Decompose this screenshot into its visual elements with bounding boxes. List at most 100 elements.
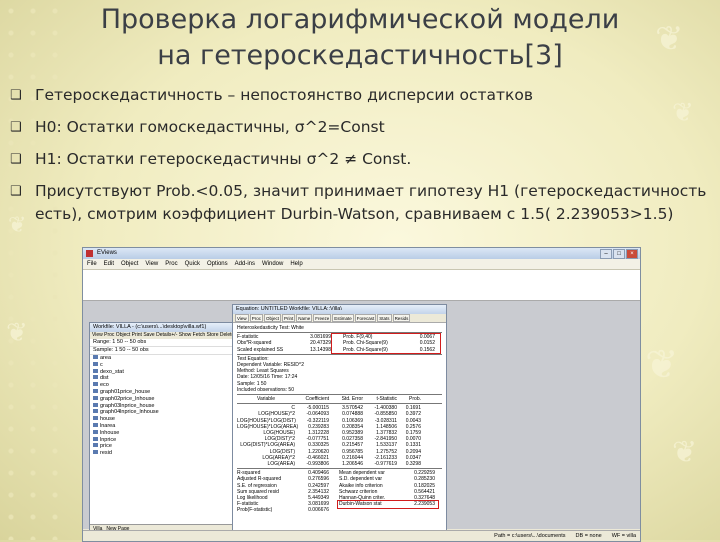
object-name: graph01price_house: [100, 388, 151, 395]
menu-bar: File Edit Object View Proc Quick Options…: [83, 259, 640, 270]
series-icon: [93, 409, 98, 414]
app-title: EViews: [97, 250, 117, 256]
series-icon: [93, 395, 98, 400]
series-icon: [93, 382, 98, 387]
object-name: lnhouse: [100, 429, 120, 436]
equation-button[interactable]: Freeze: [313, 314, 332, 322]
object-name: c: [100, 361, 103, 368]
series-icon: [93, 361, 98, 366]
workfile-object[interactable]: eco: [90, 382, 232, 389]
menu-edit[interactable]: Edit: [104, 259, 114, 269]
summary-label: Prob(F-statistic): [237, 507, 273, 514]
equation-button[interactable]: View: [235, 314, 249, 322]
table-cell: 0.3298: [405, 461, 421, 468]
equation-button[interactable]: Estimate: [332, 314, 354, 322]
series-icon: [93, 429, 98, 434]
series-icon: [93, 388, 98, 393]
bullet-text: H0: Остатки гомоскедастичны, σ^2=Const: [35, 118, 385, 136]
table-row: LOG(AREA) -0.993806 1.206546 -0.977619 0.329…: [237, 461, 442, 467]
menu-help[interactable]: Help: [290, 259, 302, 269]
highlight-box: [337, 500, 439, 510]
workfile-object[interactable]: dexo_stat: [90, 368, 232, 376]
workfile-object[interactable]: dist: [90, 375, 232, 382]
workfile-toolbar[interactable]: View Proc Object Print Save Details+/- S…: [90, 332, 232, 339]
workfile-object[interactable]: area: [90, 355, 232, 362]
series-icon: [93, 368, 98, 373]
object-list: area c dexo_stat dist eco graph01price_house g…: [90, 355, 232, 457]
workfile-sample: Sample: 1 50 -- 50 obs: [90, 347, 232, 355]
workfile-title[interactable]: Workfile: VILLA - (c:\users\...\desktop\…: [90, 323, 232, 332]
workfile-object[interactable]: resid: [90, 450, 232, 457]
divider: [237, 394, 442, 396]
divider: [237, 468, 442, 470]
close-icon[interactable]: ×: [626, 249, 638, 259]
stat-value: 13.14398: [310, 346, 331, 353]
bullet-marker-icon: ❑: [10, 88, 22, 103]
menu-window[interactable]: Window: [262, 259, 283, 269]
divider: [237, 403, 442, 405]
equation-button[interactable]: Object: [263, 314, 281, 322]
command-window[interactable]: [83, 270, 640, 301]
column-header: Coefficient: [305, 396, 329, 403]
menu-proc[interactable]: Proc: [165, 259, 177, 269]
series-icon: [93, 355, 98, 359]
info-line: Included observations: 50: [237, 386, 294, 393]
equation-output: Heteroskedasticity Test: White F-statisti…: [233, 323, 446, 516]
object-name: graph02price_lnhouse: [100, 395, 155, 402]
workfile-object[interactable]: graph04lnprice_lnhouse: [90, 409, 232, 416]
workfile-object[interactable]: lnhouse: [90, 429, 232, 437]
series-icon: [93, 422, 98, 427]
equation-button[interactable]: Print: [281, 314, 296, 322]
workfile-object[interactable]: house: [90, 416, 232, 423]
series-icon: [93, 416, 98, 421]
object-name: graph03lnprice_house: [100, 402, 155, 409]
app-icon: [86, 250, 93, 257]
equation-button[interactable]: Forecast: [354, 314, 377, 322]
series-icon: [93, 443, 98, 448]
table-cell: LOG(AREA): [267, 461, 295, 468]
workfile-object[interactable]: graph03lnprice_house: [90, 402, 232, 410]
equation-button[interactable]: Resids: [392, 314, 411, 322]
menu-file[interactable]: File: [87, 259, 97, 269]
bullet-item: ❑ H1: Остатки гетероскедастичны σ^2 ≠ Con…: [8, 148, 708, 171]
bullet-marker-icon: ❑: [10, 120, 22, 135]
minimize-icon[interactable]: –: [600, 249, 612, 259]
table-header: Variable Coefficient Std. Error t-Statistic…: [237, 396, 442, 402]
menu-options[interactable]: Options: [207, 259, 228, 269]
workfile-range: Range: 1 50 -- 50 obs: [90, 339, 232, 347]
table-cell: -0.993806: [306, 461, 329, 468]
equation-title[interactable]: Equation: UNTITLED Workfile: VILLA::Vill…: [233, 305, 446, 314]
workfile-object[interactable]: graph01price_house: [90, 388, 232, 396]
table-cell: -0.977619: [374, 461, 397, 468]
workfile-window[interactable]: Workfile: VILLA - (c:\users\...\desktop\…: [89, 322, 233, 534]
maximize-icon[interactable]: □: [613, 249, 625, 259]
menu-addins[interactable]: Add-ins: [235, 259, 255, 269]
butterfly-decoration: ❦: [6, 318, 28, 348]
app-title-bar[interactable]: EViews – □ ×: [83, 248, 640, 259]
equation-button[interactable]: Stats: [377, 314, 392, 322]
equation-toolbar: View Proc Object Print Name Freeze Estimate For…: [233, 314, 446, 323]
menu-quick[interactable]: Quick: [185, 259, 200, 269]
equation-window[interactable]: Equation: UNTITLED Workfile: VILLA::Vill…: [232, 304, 447, 537]
bullet-text: Гетероскедастичность – непостоянство дис…: [35, 86, 534, 104]
bullet-marker-icon: ❑: [10, 184, 22, 199]
workfile-object[interactable]: graph02price_lnhouse: [90, 395, 232, 403]
series-icon: [93, 436, 98, 441]
bullet-item: ❑ Гетероскедастичность – непостоянство ди…: [8, 84, 708, 107]
menu-view[interactable]: View: [145, 259, 158, 269]
series-icon: [93, 402, 98, 407]
equation-button[interactable]: Proc: [249, 314, 263, 322]
bullet-item: ❑ H0: Остатки гомоскедастичны, σ^2=Const: [8, 116, 708, 139]
stat-label: Scaled explained SS: [237, 346, 284, 353]
equation-button[interactable]: Name: [296, 314, 313, 322]
workfile-object[interactable]: lnarea: [90, 422, 232, 430]
series-icon: [93, 375, 98, 380]
column-header: Std. Error: [341, 396, 363, 403]
slide-title-line1: Проверка логарифмической модели: [100, 4, 620, 35]
menu-object[interactable]: Object: [121, 259, 138, 269]
workfile-object[interactable]: lnprice: [90, 436, 232, 444]
workfile-object[interactable]: c: [90, 361, 232, 369]
column-header: t-Statistic: [376, 396, 397, 403]
object-name: price: [100, 443, 112, 450]
workfile-object[interactable]: price: [90, 443, 232, 450]
